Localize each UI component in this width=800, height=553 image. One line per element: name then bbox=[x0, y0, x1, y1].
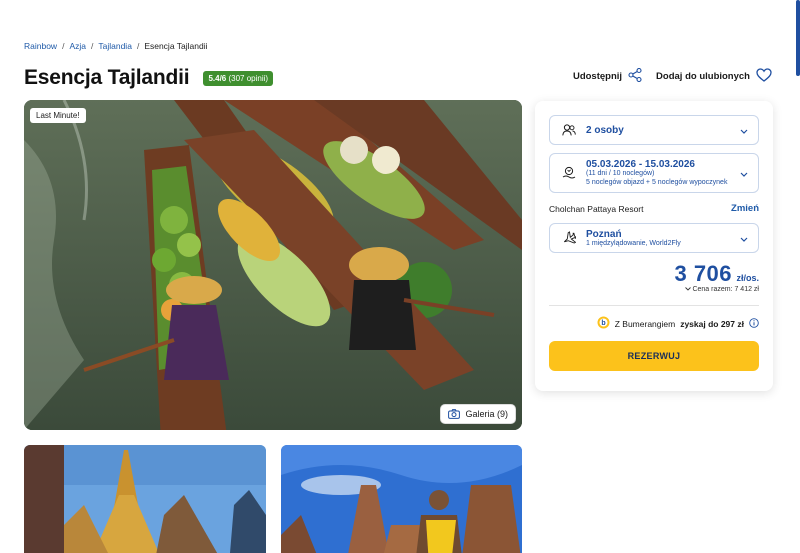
hotel-name: Cholchan Pattaya Resort bbox=[549, 203, 644, 214]
last-minute-badge: Last Minute! bbox=[30, 108, 86, 123]
svg-text:b: b bbox=[601, 320, 605, 327]
dates-text: 05.03.2026 - 15.03.2026 (11 dni / 10 noc… bbox=[586, 159, 727, 187]
chevron-down-icon bbox=[740, 121, 748, 139]
total-price-label: Cena razem: 7 412 zł bbox=[692, 286, 759, 293]
breadcrumb-link-rainbow[interactable]: Rainbow bbox=[24, 41, 57, 51]
departure-select[interactable]: Poznań 1 międzylądowanie, World2Fly bbox=[549, 223, 759, 253]
hero-image[interactable]: Last Minute! Galeria (9) bbox=[24, 100, 522, 430]
persons-value: 2 osoby bbox=[586, 124, 624, 136]
divider bbox=[549, 305, 759, 306]
breadcrumb-link-tajlandia[interactable]: Tajlandia bbox=[98, 41, 132, 51]
departure-detail: 1 międzylądowanie, World2Fly bbox=[586, 240, 681, 247]
chevron-down-icon bbox=[740, 164, 748, 182]
heart-icon bbox=[756, 68, 772, 85]
total-price[interactable]: Cena razem: 7 412 zł bbox=[549, 286, 759, 293]
chevron-down-icon bbox=[740, 229, 748, 247]
gallery-button[interactable]: Galeria (9) bbox=[440, 404, 516, 424]
price-currency: zł/os. bbox=[736, 273, 759, 283]
share-icon bbox=[628, 67, 642, 85]
floating-market-photo bbox=[24, 100, 522, 430]
breadcrumb: Rainbow / Azja / Tajlandia / Esencja Taj… bbox=[24, 41, 207, 51]
dates-duration: (11 dni / 10 noclegów) bbox=[586, 170, 655, 177]
title-row: Esencja Tajlandii 5.4/6 (307 opinii) bbox=[24, 66, 274, 90]
gallery-thumbnail[interactable] bbox=[24, 445, 266, 553]
persons-select[interactable]: 2 osoby bbox=[549, 115, 759, 145]
ayutthaya-photo bbox=[281, 445, 522, 553]
breadcrumb-current: Esencja Tajlandii bbox=[144, 41, 208, 51]
share-label: Udostępnij bbox=[572, 71, 623, 82]
share-button[interactable]: Udostępnij bbox=[572, 67, 642, 85]
page-title: Esencja Tajlandii bbox=[24, 66, 190, 89]
gallery-label: Galeria (9) bbox=[465, 409, 508, 419]
dates-range: 05.03.2026 - 15.03.2026 bbox=[586, 159, 695, 170]
opinions-count: (307 opinii) bbox=[228, 73, 269, 83]
bumerang-prefix: Z Bumerangiem bbox=[614, 318, 676, 329]
favorite-button[interactable]: Dodaj do ulubionych bbox=[656, 68, 772, 85]
booking-panel: 2 osoby 05.03.2026 - 15.03.2026 (11 dni … bbox=[535, 101, 773, 391]
bumerang-info: b Z Bumerangiem zyskaj do 297 zł bbox=[549, 316, 759, 331]
departure-text: Poznań 1 międzylądowanie, World2Fly bbox=[586, 229, 681, 247]
info-icon[interactable] bbox=[749, 317, 759, 330]
bumerang-amount: zyskaj do 297 zł bbox=[680, 318, 744, 329]
temple-photo bbox=[24, 445, 266, 553]
rating-badge[interactable]: 5.4/6 (307 opinii) bbox=[203, 70, 274, 86]
page-scrollbar[interactable] bbox=[796, 0, 800, 76]
breadcrumb-separator: / bbox=[62, 41, 65, 51]
departure-city: Poznań bbox=[586, 229, 622, 240]
rating-value: 5.4/6 bbox=[208, 73, 227, 83]
plane-icon bbox=[560, 231, 578, 245]
gallery-thumbnail[interactable] bbox=[281, 445, 522, 553]
header-actions: Udostępnij Dodaj do ulubionych bbox=[572, 67, 772, 85]
camera-icon bbox=[448, 409, 461, 419]
change-hotel-link[interactable]: Zmień bbox=[731, 203, 759, 214]
hotel-row: Cholchan Pattaya Resort Zmień bbox=[549, 203, 759, 214]
bumerang-logo-icon: b bbox=[597, 316, 610, 331]
price-value: 3 706 bbox=[674, 261, 733, 286]
breadcrumb-separator: / bbox=[136, 41, 140, 51]
breadcrumb-link-azja[interactable]: Azja bbox=[69, 41, 86, 51]
reserve-button[interactable]: REZERWUJ bbox=[549, 341, 759, 371]
dates-select[interactable]: 05.03.2026 - 15.03.2026 (11 dni / 10 noc… bbox=[549, 153, 759, 193]
price-row: 3 706 zł/os. bbox=[549, 261, 759, 287]
calendar-plane-icon bbox=[560, 166, 578, 180]
dates-nights-detail: 5 noclegów objazd + 5 noclegów wypoczyne… bbox=[586, 178, 728, 186]
persons-icon bbox=[560, 124, 578, 136]
breadcrumb-separator: / bbox=[91, 41, 94, 51]
favorite-label: Dodaj do ulubionych bbox=[656, 71, 750, 82]
